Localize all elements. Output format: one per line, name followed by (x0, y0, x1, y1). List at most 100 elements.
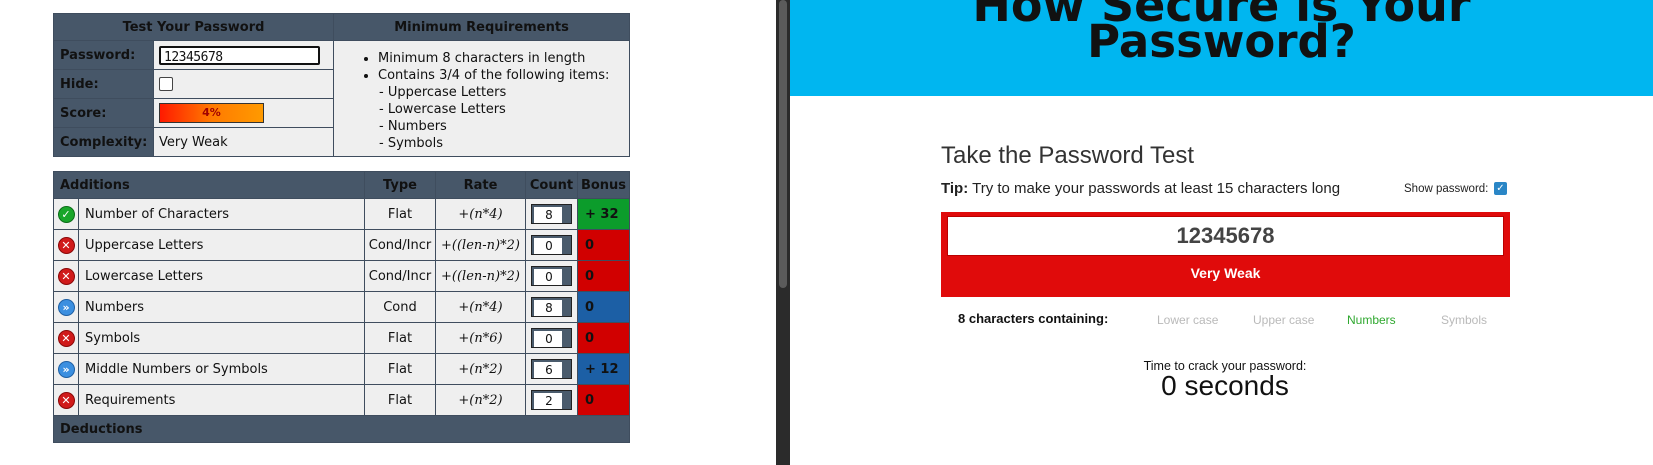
requirement-sub-item: - Symbols (379, 136, 444, 151)
addition-bonus: + 32 (577, 198, 630, 230)
addition-count: 0 (534, 238, 562, 254)
addition-rate: +(n*4) (435, 291, 526, 323)
addition-row: » Numbers Cond +(n*4) 8 0 (53, 291, 630, 323)
addition-count: 0 (534, 331, 562, 347)
requirements-list: Minimum 8 characters in length Contains … (333, 40, 630, 157)
strength-label: Very Weak (1190, 265, 1261, 281)
type-header: Type (364, 171, 436, 199)
addition-row: ✓ Number of Characters Flat +(n*4) 8 + 32 (53, 198, 630, 230)
banner-title-line2: Password? (1087, 15, 1356, 68)
addition-row: ✕ Lowercase Letters Cond/Incr +((len-n)*2) 0… (53, 260, 630, 292)
char-type-uppercase: Upper case (1253, 313, 1315, 327)
crack-time-value: 0 seconds (1161, 370, 1289, 401)
test-password-table: Test Your Password Minimum Requirements … (53, 13, 630, 157)
addition-bonus: 0 (577, 322, 630, 354)
addition-name: Symbols (78, 322, 365, 354)
pane-divider (776, 0, 790, 465)
addition-name: Uppercase Letters (78, 229, 365, 261)
char-type-symbols: Symbols (1441, 313, 1488, 327)
addition-name: Lowercase Letters (78, 260, 365, 292)
addition-row: ✕ Requirements Flat +(n*2) 2 0 (53, 384, 630, 416)
error-circle-icon: ✕ (57, 236, 75, 254)
addition-bonus: 0 (577, 291, 630, 323)
addition-bonus: 0 (577, 229, 630, 261)
addition-count: 0 (534, 269, 562, 285)
count-box: 6 (531, 359, 572, 379)
info-circle-icon: » (57, 298, 75, 316)
char-type-lowercase: Lower case (1157, 313, 1219, 327)
requirement-item: Contains 3/4 of the following items: (378, 67, 629, 84)
addition-name: Number of Characters (78, 198, 365, 230)
complexity-value: Very Weak (153, 127, 334, 157)
addition-type: Flat (364, 384, 436, 416)
requirement-sub-item: - Lowercase Letters (379, 102, 506, 117)
password-strength-frame: 12345678 Very Weak (941, 212, 1510, 297)
show-password-checkbox[interactable]: ✓ (1494, 182, 1507, 195)
addition-count: 6 (534, 362, 562, 378)
count-box: 2 (531, 390, 572, 410)
error-circle-icon: ✕ (57, 391, 75, 409)
count-box: 0 (531, 328, 572, 348)
score-label: Score: (53, 98, 154, 128)
addition-rate: +(n*4) (435, 198, 526, 230)
score-bar: 4% (159, 103, 264, 123)
password-label: Password: (53, 40, 154, 70)
addition-bonus: + 12 (577, 353, 630, 385)
hide-label: Hide: (53, 69, 154, 99)
tip-body: Try to make your passwords at least 15 c… (968, 180, 1341, 197)
count-box: 0 (531, 266, 572, 286)
addition-rate: +(n*2) (435, 353, 526, 385)
hide-checkbox[interactable] (159, 77, 173, 91)
additions-header: Additions (53, 171, 365, 199)
addition-type: Cond (364, 291, 436, 323)
min-requirements-header: Minimum Requirements (333, 13, 630, 41)
bonus-header: Bonus (577, 171, 630, 199)
password-input[interactable]: 12345678 (159, 45, 320, 65)
count-box: 8 (531, 297, 572, 317)
addition-name: Requirements (78, 384, 365, 416)
count-box: 0 (531, 235, 572, 255)
addition-count: 8 (534, 207, 562, 223)
requirement-sub-item: - Numbers (379, 119, 447, 134)
password-meter-pane: Test Your Password Minimum Requirements … (0, 0, 778, 465)
error-circle-icon: ✕ (57, 329, 75, 347)
addition-rate: +((len-n)*2) (435, 260, 526, 292)
addition-type: Flat (364, 322, 436, 354)
info-circle-icon: » (57, 360, 75, 378)
requirement-sub-item: - Uppercase Letters (379, 85, 507, 100)
error-circle-icon: ✕ (57, 267, 75, 285)
addition-count: 2 (534, 393, 562, 409)
addition-type: Cond/Incr (364, 229, 436, 261)
count-header: Count (525, 171, 578, 199)
addition-rate: +(n*6) (435, 322, 526, 354)
password-test-input[interactable]: 12345678 (947, 216, 1504, 256)
additions-table: Additions Type Rate Count Bonus ✓ Number … (53, 171, 630, 443)
addition-name: Middle Numbers or Symbols (78, 353, 365, 385)
check-circle-icon: ✓ (57, 205, 75, 223)
complexity-label: Complexity: (53, 127, 154, 157)
addition-type: Flat (364, 198, 436, 230)
addition-bonus: 0 (577, 384, 630, 416)
addition-row: ✕ Symbols Flat +(n*6) 0 0 (53, 322, 630, 354)
show-password-label: Show password: (1404, 183, 1489, 195)
deductions-header: Deductions (53, 415, 630, 443)
hero-banner: How Secure is Your Password? (790, 0, 1653, 96)
password-test-pane: How Secure is Your Password? Take the Pa… (790, 0, 1653, 465)
characters-containing-label: 8 characters containing: (958, 311, 1109, 326)
addition-bonus: 0 (577, 260, 630, 292)
addition-row: » Middle Numbers or Symbols Flat +(n*2) 6 + 1… (53, 353, 630, 385)
addition-rate: +((len-n)*2) (435, 229, 526, 261)
tip-text: Tip: Try to make your passwords at least… (941, 180, 1340, 197)
tip-label: Tip: (941, 180, 969, 197)
test-password-header: Test Your Password (53, 13, 334, 41)
count-box: 8 (531, 204, 572, 224)
addition-row: ✕ Uppercase Letters Cond/Incr +((len-n)*2) 0… (53, 229, 630, 261)
addition-count: 8 (534, 300, 562, 316)
addition-type: Flat (364, 353, 436, 385)
addition-rate: +(n*2) (435, 384, 526, 416)
scrollbar-thumb[interactable] (779, 0, 787, 288)
requirement-item: Minimum 8 characters in length (378, 50, 629, 67)
addition-name: Numbers (78, 291, 365, 323)
char-type-numbers: Numbers (1347, 313, 1396, 327)
rate-header: Rate (435, 171, 526, 199)
